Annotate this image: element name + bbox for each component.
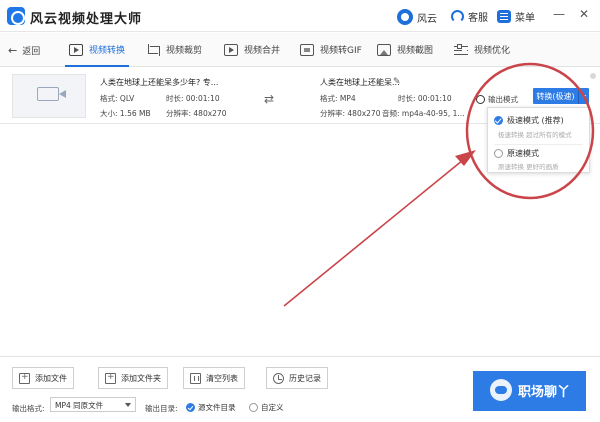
radio-empty-icon	[494, 149, 503, 158]
output-file-name: 人类在地球上还能呆...	[320, 78, 400, 87]
fengyun-logo-icon	[397, 9, 413, 25]
output-format-label: 输出格式:	[12, 404, 45, 413]
convert-arrows-icon: ⇄	[264, 92, 275, 106]
arrow-left-icon: ←	[8, 44, 18, 57]
tab-label: 视频优化	[474, 46, 511, 56]
dir-option-label: 自定义	[261, 403, 284, 412]
annotation-arrow-line	[283, 159, 464, 307]
minimize-button[interactable]: —	[551, 7, 567, 21]
add-folder-label: 添加文件夹	[121, 373, 161, 383]
output-duration: 时长: 00:01:10	[398, 94, 452, 103]
crop-icon	[146, 43, 160, 56]
app-title: 风云视频处理大师	[30, 12, 143, 27]
dir-option-custom[interactable]: 自定义	[249, 402, 284, 413]
screenshot-icon	[377, 43, 391, 56]
clock-icon	[273, 372, 284, 384]
tab-video-to-gif[interactable]: 视频转GIF	[300, 33, 362, 66]
feature-toolbar: ← 返回 视频转换 视频裁剪 视频合并 视频转GIF 视频截图 视频优化	[0, 33, 600, 67]
add-folder-button[interactable]: 添加文件夹	[98, 367, 168, 389]
source-resolution: 分辨率: 480x270	[166, 109, 227, 118]
trash-icon	[190, 372, 201, 384]
source-size: 大小: 1.56 MB	[100, 109, 151, 118]
adjust-icon	[454, 43, 468, 56]
menu-label: 菜单	[515, 13, 535, 24]
add-file-button[interactable]: 添加文件	[12, 367, 74, 389]
source-file-name: 人类在地球上还能呆多少年? 专...	[100, 78, 219, 87]
tab-label: 视频转GIF	[320, 46, 362, 56]
watermark: 职场聊丫	[490, 379, 570, 401]
radio-checked-icon	[186, 403, 195, 412]
menu-icon	[497, 10, 511, 23]
tab-video-optimize[interactable]: 视频优化	[454, 33, 510, 66]
output-format: 格式: MP4	[320, 94, 356, 103]
history-button[interactable]: 历史记录	[266, 367, 328, 389]
divider	[494, 144, 583, 145]
tab-video-screenshot[interactable]: 视频截图	[377, 33, 433, 66]
convert-mode-dropdown: 极速模式 (推荐) 极速转换 超过所有的模式 原速模式 原速转换 更好的画质	[487, 107, 590, 173]
chevron-down-icon[interactable]	[578, 88, 589, 104]
close-button[interactable]: ✕	[576, 7, 592, 21]
annotation-arrow-head	[455, 150, 476, 166]
add-file-icon	[19, 372, 30, 384]
dir-option-source[interactable]: 源文件目录	[186, 402, 236, 413]
output-mode-text: 输出模式	[488, 95, 518, 104]
customer-service-button[interactable]: 客服	[451, 9, 488, 24]
clear-list-button[interactable]: 清空列表	[183, 367, 245, 389]
tab-label: 视频转换	[89, 46, 126, 56]
add-file-label: 添加文件	[35, 373, 67, 383]
headset-icon	[451, 10, 464, 23]
clear-list-label: 清空列表	[206, 373, 238, 383]
source-format: 格式: QLV	[100, 94, 135, 103]
mode-option-original[interactable]: 原速模式	[494, 148, 539, 159]
fengyun-label: 风云	[417, 13, 437, 25]
tab-label: 视频合并	[244, 46, 281, 56]
add-folder-icon	[105, 372, 116, 384]
convert-button-label: 转换(极速)	[536, 91, 575, 101]
merge-icon	[224, 43, 238, 56]
remove-file-icon[interactable]	[590, 73, 596, 79]
radio-empty-icon	[249, 403, 258, 412]
menu-button[interactable]: 菜单	[497, 9, 535, 24]
pencil-icon[interactable]: ✎	[393, 77, 401, 87]
back-button[interactable]: ← 返回	[8, 44, 40, 57]
mode-settings-icon	[476, 95, 485, 104]
back-label: 返回	[22, 47, 41, 57]
output-format-select[interactable]: MP4 同原文件	[50, 397, 136, 412]
tab-video-merge[interactable]: 视频合并	[224, 33, 280, 66]
convert-split-button[interactable]: 转换(极速)	[533, 88, 589, 104]
tab-label: 视频裁剪	[166, 46, 203, 56]
mode-option-title: 极速模式 (推荐)	[507, 116, 564, 125]
fengyun-account-button[interactable]: 风云	[397, 9, 437, 25]
tab-video-convert[interactable]: 视频转换	[64, 33, 130, 67]
mode-option-fast[interactable]: 极速模式 (推荐)	[494, 115, 564, 126]
tab-label: 视频截图	[397, 46, 434, 56]
output-audio: 音频: mp4a-40-95, 1...	[382, 109, 465, 118]
play-icon	[69, 43, 83, 56]
dir-option-label: 源文件目录	[198, 403, 236, 412]
watermark-text: 职场聊丫	[518, 384, 571, 400]
source-duration: 时长: 00:01:10	[166, 94, 220, 103]
customer-service-label: 客服	[468, 13, 488, 24]
tab-video-crop[interactable]: 视频裁剪	[146, 33, 202, 66]
output-mode-label[interactable]: 输出模式	[476, 94, 518, 105]
output-dir-label: 输出目录:	[145, 404, 178, 413]
check-circle-icon	[494, 116, 503, 125]
title-bar: 风云视频处理大师 风云 客服 菜单 — ✕	[0, 0, 600, 32]
video-camera-icon	[37, 87, 66, 101]
wechat-logo-icon	[490, 379, 512, 401]
mode-option-title: 原速模式	[507, 149, 539, 158]
gif-icon	[300, 43, 314, 56]
history-label: 历史记录	[289, 373, 321, 383]
video-thumbnail	[12, 74, 86, 118]
output-resolution: 分辨率: 480x270	[320, 109, 381, 118]
mode-option-desc: 原速转换 更好的画质	[498, 163, 559, 171]
app-logo-icon	[7, 7, 25, 25]
mode-option-desc: 极速转换 超过所有的模式	[498, 131, 572, 139]
